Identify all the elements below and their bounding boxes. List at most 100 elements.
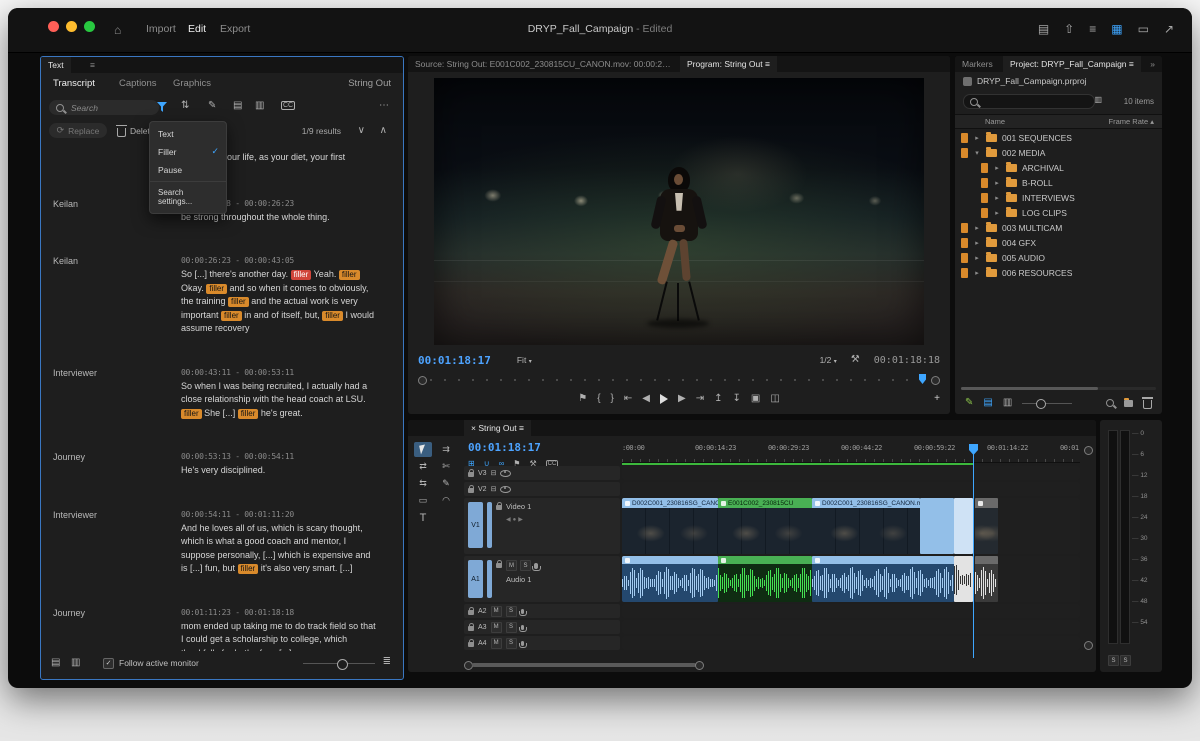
replace-button[interactable]: ⟳ Replace xyxy=(49,123,107,138)
program-scrubber[interactable] xyxy=(418,374,940,386)
project-tab[interactable]: Project: DRYP_Fall_Campaign ≡ xyxy=(1003,56,1141,72)
find-icon[interactable] xyxy=(1106,399,1114,407)
source-patch-a1[interactable]: A1 xyxy=(468,560,483,598)
track-header-a4[interactable]: A4MS xyxy=(464,636,620,650)
dropdown-item-pause[interactable]: Pause xyxy=(150,161,226,179)
program-playhead-marker[interactable] xyxy=(919,374,926,384)
dropdown-item-text[interactable]: Text xyxy=(150,125,226,143)
step-forward-icon[interactable]: ▶ xyxy=(678,394,686,404)
lift-icon[interactable]: ↥ xyxy=(714,394,722,404)
column-frame-rate[interactable]: Frame Rate ▴ xyxy=(1109,117,1154,126)
audio-clip-selected[interactable] xyxy=(718,556,812,602)
scrub-zoom-handle-left[interactable] xyxy=(418,376,427,385)
project-search-box[interactable] xyxy=(963,94,1095,109)
video-clip-selected[interactable]: E001C002_230815CU xyxy=(718,498,812,554)
icon-view-icon[interactable]: ▥ xyxy=(1003,398,1012,408)
markers-tab[interactable]: Markers xyxy=(955,56,1000,72)
video-clip-dim[interactable] xyxy=(975,498,998,554)
track-output-icon[interactable] xyxy=(500,486,511,493)
lock-icon[interactable] xyxy=(496,563,502,568)
video-clip-highlighted[interactable] xyxy=(954,498,973,554)
panel-overflow-icon[interactable]: ⋯ xyxy=(379,101,389,111)
transcript-entry[interactable]: Journey 00:01:11:23 - 00:01:18:18 mom en… xyxy=(41,608,403,652)
transcript-entry[interactable]: Journey 00:00:53:13 - 00:00:54:11 He's v… xyxy=(41,452,403,478)
speaker-label-icon[interactable]: ▥ xyxy=(255,101,264,111)
track-header-v3[interactable]: V3⊟ xyxy=(464,466,620,480)
monitor-settings-icon[interactable]: ⚒ xyxy=(851,355,860,365)
source-monitor-tab[interactable]: Source: String Out: E001C002_230815CU_CA… xyxy=(408,56,682,72)
solo-button[interactable]: S xyxy=(506,606,517,617)
transcript-entry[interactable]: Interviewer 00:00:54:11 - 00:01:11:20 An… xyxy=(41,510,403,576)
lane-a3[interactable] xyxy=(622,620,1080,634)
tab-transcript[interactable]: Transcript xyxy=(53,78,95,89)
tab-graphics[interactable]: Graphics xyxy=(173,78,211,89)
project-hscrollbar[interactable] xyxy=(961,387,1156,390)
tab-captions[interactable]: Captions xyxy=(119,78,157,89)
new-bin-icon[interactable] xyxy=(1124,400,1133,407)
filler-tag[interactable]: filler xyxy=(221,311,242,321)
voiceover-mic-icon[interactable] xyxy=(521,641,525,647)
track-header-a1[interactable]: A1 M S Audio 1 xyxy=(464,556,620,602)
mark-out-icon[interactable]: } xyxy=(611,394,614,404)
track-target-a1[interactable] xyxy=(487,560,492,598)
solo-button[interactable]: S xyxy=(520,560,531,571)
quick-export-icon[interactable]: ⇧ xyxy=(1064,20,1074,38)
slip-tool[interactable]: ⇆ xyxy=(414,476,432,491)
timeline-tab[interactable]: × String Out ≡ xyxy=(464,420,531,436)
timeline-timecode[interactable]: 00:01:18:17 xyxy=(468,441,541,454)
program-monitor-tab[interactable]: Program: String Out ≡ xyxy=(680,56,777,72)
bin-row[interactable]: ▸004 GFX xyxy=(955,235,1162,250)
trash-icon[interactable] xyxy=(1143,400,1152,409)
transcript-entry[interactable]: Interviewer 00:00:43:11 - 00:00:53:11 So… xyxy=(41,368,403,421)
track-lanes[interactable]: D002C001_230816SG_CANON.mov E001C002_230… xyxy=(622,466,1080,658)
video-clip[interactable]: D002C001_230816SG_CANON.mov xyxy=(622,498,718,554)
lane-a4[interactable] xyxy=(622,636,1080,650)
lock-icon[interactable] xyxy=(496,505,502,510)
chevron-down-icon[interactable]: ▾ xyxy=(973,149,981,157)
extract-icon[interactable]: ↧ xyxy=(732,394,740,404)
badge-view-icon[interactable]: ▤ xyxy=(233,101,242,111)
bin-row[interactable]: ▸006 RESOURCES xyxy=(955,265,1162,280)
audio-clip-highlighted[interactable] xyxy=(954,556,973,602)
text-panel-tab[interactable]: Text xyxy=(41,57,71,73)
timeline-playhead[interactable] xyxy=(973,444,974,658)
track-target-v1[interactable] xyxy=(487,502,492,548)
workspace-menu-icon[interactable]: ≡ xyxy=(1089,20,1096,38)
chevron-right-icon[interactable]: ▸ xyxy=(973,224,981,232)
track-header-a3[interactable]: A3MS xyxy=(464,620,620,634)
lock-icon[interactable] xyxy=(468,488,474,493)
dropdown-item-filler[interactable]: Filler ✓ xyxy=(150,143,226,161)
source-patch-v1[interactable]: V1 xyxy=(468,502,483,548)
chevron-right-icon[interactable]: ▸ xyxy=(993,209,1001,217)
text-panel-menu-icon[interactable]: ≡ xyxy=(83,57,102,73)
filler-tag[interactable]: filler xyxy=(291,270,312,280)
type-tool[interactable]: T xyxy=(414,510,432,525)
chevron-right-icon[interactable]: ▸ xyxy=(973,134,981,142)
mark-in-icon[interactable]: { xyxy=(597,394,600,404)
list-view-icon[interactable]: ▤ xyxy=(983,398,992,408)
filter-bin-icon[interactable]: ▥ xyxy=(1094,96,1102,104)
bin-row[interactable]: ▸003 MULTICAM xyxy=(955,220,1162,235)
voiceover-mic-icon[interactable] xyxy=(534,563,538,569)
sync-lock-icon[interactable]: ⊟ xyxy=(491,470,497,477)
video-clip[interactable] xyxy=(920,498,954,554)
split-view-icon[interactable]: ▥ xyxy=(71,658,80,668)
razor-tool[interactable]: ✄ xyxy=(437,459,455,474)
timeline-vscrollbar[interactable] xyxy=(1084,446,1092,650)
export-frame-icon[interactable]: ▣ xyxy=(751,394,760,404)
rectangle-tool[interactable]: ▭ xyxy=(414,493,432,508)
go-to-in-icon[interactable]: ⇤ xyxy=(624,394,632,404)
chevron-right-icon[interactable]: ▸ xyxy=(973,254,981,262)
lane-v2[interactable] xyxy=(622,482,1080,496)
fit-dropdown[interactable]: Fit ▾ xyxy=(517,355,532,365)
filler-tag[interactable]: filler xyxy=(238,409,259,419)
edit-text-icon[interactable]: ✎ xyxy=(208,101,216,111)
filler-tag[interactable]: filler xyxy=(238,564,259,574)
program-video-frame[interactable] xyxy=(434,78,924,345)
next-result-icon[interactable]: ∨ xyxy=(358,126,365,136)
hand-tool[interactable]: ◠ xyxy=(437,493,455,508)
lane-v3[interactable] xyxy=(622,466,1080,480)
lock-icon[interactable] xyxy=(468,626,474,631)
scrub-zoom-handle-right[interactable] xyxy=(931,376,940,385)
step-back-icon[interactable]: ◀ xyxy=(642,394,650,404)
